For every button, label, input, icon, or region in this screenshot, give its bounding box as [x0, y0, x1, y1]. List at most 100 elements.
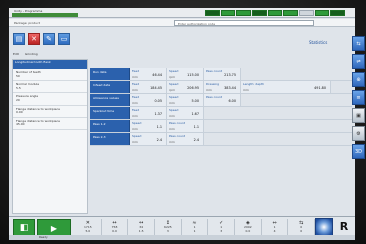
grid-row: Infeed data Feed mm 184.45 Speed rpm 206.95 … [90, 81, 352, 94]
print-button[interactable]: ▭ [58, 33, 70, 45]
cell-label: Feed [132, 82, 140, 86]
grid-category[interactable]: Infeed data [90, 81, 130, 93]
authorization-field[interactable]: Enter authorization code [174, 20, 314, 26]
cell-label: Speed [132, 121, 142, 125]
grid-category[interactable]: Pass 1-2 [90, 120, 130, 132]
grid-category[interactable]: Sparkout time [90, 107, 130, 119]
grid-cell[interactable]: Dressing mm 383.44 [204, 81, 241, 93]
cell-value: 1.37 [154, 112, 162, 116]
cell-label: Pass count [206, 69, 223, 73]
cell-value: 46.44 [152, 73, 162, 77]
grid-cell[interactable]: Feed mm 46.44 [130, 68, 167, 80]
cell-unit: rpm [169, 75, 176, 79]
machine-icon: ◧ [19, 223, 29, 233]
cell-unit: mm [132, 140, 138, 144]
grid-category[interactable]: Run data [90, 68, 130, 80]
edit-button[interactable]: ✎ [43, 33, 55, 45]
cell-label: Speed [169, 82, 179, 86]
cell-unit: mm [243, 88, 249, 92]
axis-value: 0.0 [245, 229, 251, 233]
side-button[interactable]: ⊕ [352, 72, 365, 87]
delete-button[interactable]: ✕ [28, 33, 40, 45]
grid-cell[interactable]: Pass count 6.00 [204, 94, 241, 106]
side-button[interactable]: ⇆ [352, 36, 365, 51]
grid-cell[interactable]: Speed mm 1.67 [167, 107, 204, 119]
grid-cell[interactable]: Speed mm 5.00 [167, 94, 204, 106]
status-led [220, 10, 236, 16]
grid-category[interactable]: Allowance values [90, 94, 130, 106]
bottom-bar: ◧ ▶ ✕ 1715 5.0 ↔ 758 0.0 ↔ 34 1.5 ↕ 6225 3 ≈1 1 ✓… [9, 216, 355, 240]
grid-cell[interactable]: Feed mm 0.05 [130, 94, 167, 106]
cell-label: Length: depth [243, 82, 265, 86]
cell-unit: mm [169, 101, 175, 105]
play-icon: ▶ [50, 224, 58, 233]
cell-label: Speed [169, 95, 179, 99]
axis-value: 1.5 [138, 229, 144, 233]
grid-cell[interactable]: Speed mm 2.4 [130, 133, 167, 145]
toolbar: ▤ ✕ ✎ ▭ [13, 33, 70, 47]
cell-label: Feed [132, 108, 140, 112]
axis-value: 5.0 [85, 229, 91, 233]
grid-cell[interactable]: Length: depth mm 491.80 [241, 81, 331, 93]
axis-value: 0.0 [112, 229, 117, 233]
right-button-column: ⇆ ⇌ ⊕ ≡ ▣ ⚙ 3D [352, 36, 366, 159]
parameter-panel-header[interactable]: Longitudinal tooth flank [13, 60, 87, 69]
grid-cell[interactable]: Pass count mm 2.4 [167, 133, 204, 145]
package-label: Package: product [14, 21, 40, 25]
tab-edit[interactable]: Edit [13, 52, 19, 56]
grid-row: Sparkout time Feed mm 1.37 Speed mm 1.67 [90, 107, 352, 120]
cell-value: 5.00 [191, 99, 199, 103]
grid-cell[interactable]: Speed rpm 115.00 [167, 68, 204, 80]
cell-unit: mm [132, 101, 138, 105]
cell-value: 0.05 [154, 99, 162, 103]
grid-row: Pass 2-3 Speed mm 2.4 Pass count mm 2.4 [90, 133, 352, 146]
cell-value: 206.95 [187, 86, 199, 90]
cell-label: Pass count [206, 95, 223, 99]
cell-value: 491.80 [314, 86, 326, 90]
cell-value: 2.4 [156, 138, 162, 142]
grid-cell[interactable]: Speed mm 1.1 [130, 120, 167, 132]
status-led [330, 10, 346, 16]
parameter-row[interactable]: Normal module 5.5 [13, 81, 87, 94]
grid-cell[interactable]: Pass count 213.75 [204, 68, 241, 80]
axis-value: 4 [273, 229, 276, 233]
status-led [205, 10, 220, 16]
cell-label: Pass count [169, 121, 186, 125]
parameter-row[interactable]: Flange distance to workpiece 45.00 [13, 118, 87, 130]
cell-value: 1.1 [193, 125, 199, 129]
parameter-value: 0.00 [16, 110, 23, 115]
authorization-field-text: Enter authorization code [178, 22, 216, 26]
side-button[interactable]: ⇌ [352, 54, 365, 69]
parameter-value: 5.5 [16, 85, 21, 90]
side-button[interactable]: ≡ [352, 90, 365, 105]
cell-value: 1.1 [156, 125, 162, 129]
cell-unit: rpm [169, 88, 176, 92]
cell-unit: mm [132, 75, 138, 79]
parameter-row[interactable]: Flange distance to workpiece 0.00 [13, 106, 87, 118]
cell-unit: mm [206, 88, 212, 92]
axis-value: 0 [300, 229, 303, 233]
grid-cell[interactable]: Feed mm 1.37 [130, 107, 167, 119]
side-button[interactable]: ▣ [352, 108, 365, 123]
grid-cell[interactable]: Pass count mm 1.1 [167, 120, 204, 132]
parameter-row[interactable]: Pressure angle 20 [13, 93, 87, 106]
side-button[interactable]: ⚙ [352, 126, 365, 141]
parameter-value: 45.00 [16, 122, 25, 127]
cell-label: Dressing [206, 82, 220, 86]
grid-category[interactable]: Pass 2-3 [90, 133, 130, 145]
3d-view-button[interactable]: 3D [352, 144, 365, 159]
parameter-row[interactable]: Number of teeth 50 [13, 69, 87, 82]
grid-cell[interactable]: Speed rpm 206.95 [167, 81, 204, 93]
statistics-link[interactable]: Statistics [309, 40, 327, 45]
grid-cell[interactable]: Feed mm 184.45 [130, 81, 167, 93]
cell-unit: mm [132, 88, 138, 92]
print-icon: ▭ [60, 35, 68, 43]
path-row: Package: product Enter authorization cod… [9, 19, 355, 27]
tab-grinding[interactable]: Grinding [25, 52, 38, 56]
status-strip [205, 10, 346, 16]
save-button[interactable]: ▤ [13, 33, 25, 45]
close-icon: ✕ [31, 35, 37, 43]
message-bar: User authorization code [12, 13, 78, 22]
screen: Unity - Programma User authorization cod… [9, 8, 355, 240]
axis-value: 3 [220, 229, 223, 233]
